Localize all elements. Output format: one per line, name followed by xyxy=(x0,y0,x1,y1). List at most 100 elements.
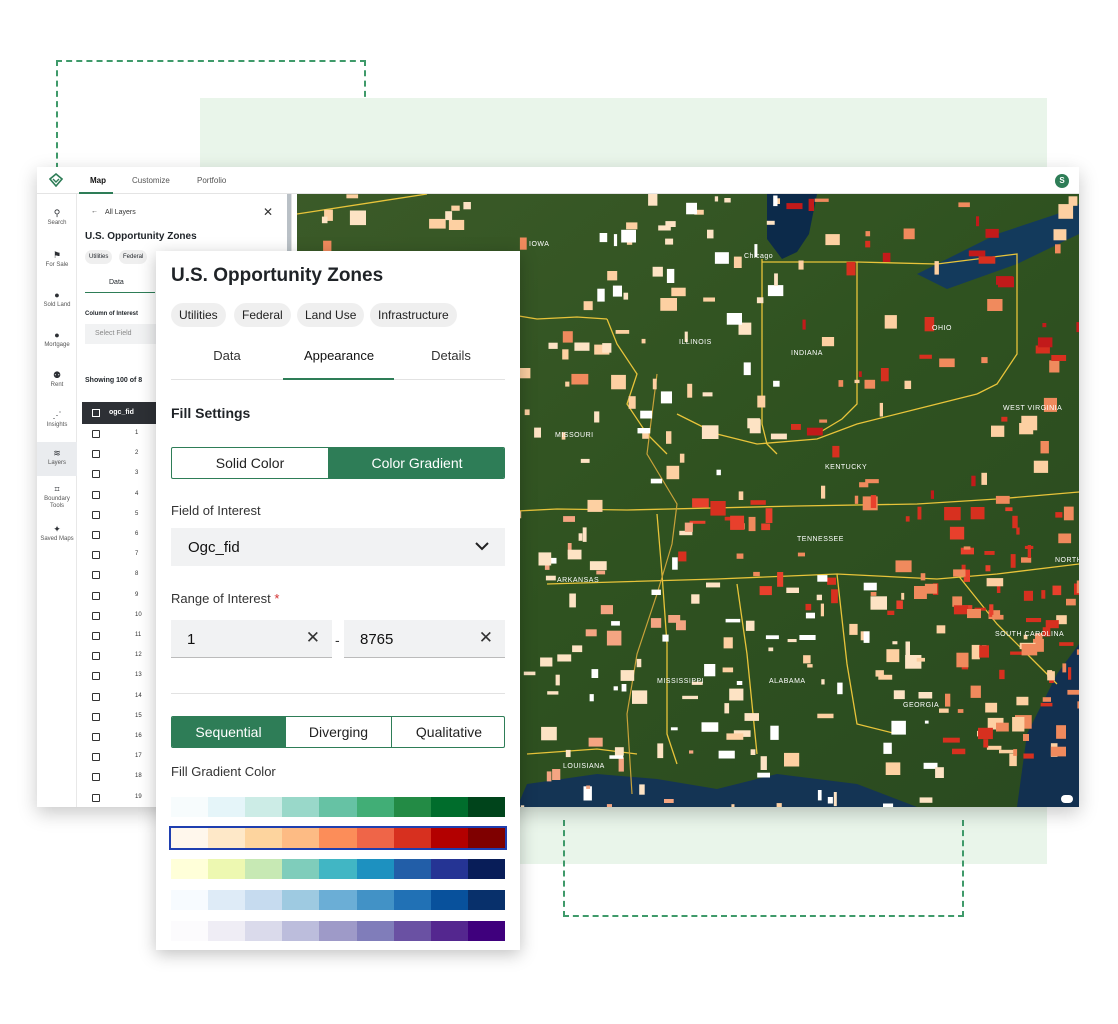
gradient-option[interactable] xyxy=(171,890,505,910)
zone-patch xyxy=(583,301,593,311)
gradient-swatch xyxy=(171,859,209,879)
zone-patch xyxy=(747,418,760,429)
clear-icon[interactable]: ✕ xyxy=(479,628,493,648)
nav-item-search[interactable]: ⚲ Search xyxy=(37,208,77,227)
tab-map[interactable]: Map xyxy=(90,176,106,185)
row-checkbox[interactable] xyxy=(92,611,100,620)
zone-patch xyxy=(750,500,766,505)
map-label: KENTUCKY xyxy=(825,464,867,471)
select-field[interactable]: Select Field xyxy=(85,324,165,344)
zone-patch xyxy=(1016,527,1020,535)
gradient-swatch xyxy=(171,890,209,910)
zone-patch xyxy=(665,238,674,245)
row-checkbox[interactable] xyxy=(92,531,100,539)
zone-patch xyxy=(924,583,938,594)
zone-patch xyxy=(814,198,829,202)
nav-label: Insights xyxy=(46,422,68,428)
zone-patch xyxy=(534,427,541,438)
gradient-swatch xyxy=(208,828,246,848)
tab-data[interactable]: Data xyxy=(109,279,124,286)
zone-patch xyxy=(707,229,714,239)
zone-patch xyxy=(870,596,887,610)
range-label-text: Range of Interest xyxy=(171,591,271,606)
row-checkbox[interactable] xyxy=(92,591,100,600)
diverging-button[interactable]: Diverging xyxy=(285,717,392,747)
zone-patch xyxy=(765,508,773,523)
zone-patch xyxy=(803,655,811,664)
gradient-swatch xyxy=(282,859,320,879)
select-all-checkbox[interactable] xyxy=(92,409,100,417)
zone-patch xyxy=(540,657,553,667)
nav-item-mortgage[interactable]: ● Mortgage xyxy=(37,330,77,349)
zone-patch xyxy=(820,603,824,617)
nav-item-boundary-tools[interactable]: ⌗ Boundary Tools xyxy=(37,484,77,510)
nav-item-layers[interactable]: ≋ Layers xyxy=(37,442,77,476)
map-label: MISSISSIPPI xyxy=(657,678,704,685)
top-bar: Map Customize Portfolio S xyxy=(37,167,1079,194)
zone-patch xyxy=(916,657,925,662)
row-checkbox[interactable] xyxy=(92,793,100,802)
zone-patch xyxy=(996,722,1009,732)
color-gradient-button[interactable]: Color Gradient xyxy=(328,448,504,478)
tab-customize[interactable]: Customize xyxy=(132,176,170,185)
map-attribution-icon[interactable] xyxy=(1061,795,1073,803)
qualitative-button[interactable]: Qualitative xyxy=(392,717,504,747)
nav-item-saved-maps[interactable]: ✦ Saved Maps xyxy=(37,524,77,543)
nav-item-for-sale[interactable]: ⚑ For Sale xyxy=(37,250,77,269)
zone-patch xyxy=(562,349,569,360)
tab-appearance[interactable]: Appearance xyxy=(283,348,395,363)
zone-patch xyxy=(952,748,966,755)
nav-item-sold-land[interactable]: ● Sold Land xyxy=(37,290,77,309)
gradient-option[interactable] xyxy=(171,921,505,941)
zone-patch xyxy=(701,722,719,732)
map-label: ILLINOIS xyxy=(679,339,712,346)
gradient-swatch xyxy=(356,797,394,817)
row-checkbox[interactable] xyxy=(92,773,100,782)
row-checkbox[interactable] xyxy=(92,652,100,661)
col-header[interactable]: ogc_fid xyxy=(109,409,134,416)
gradient-option[interactable] xyxy=(171,859,505,879)
row-checkbox[interactable] xyxy=(92,450,100,459)
row-checkbox[interactable] xyxy=(92,753,100,762)
zone-patch xyxy=(613,686,618,691)
range-min-input[interactable]: 1 ✕ xyxy=(171,620,332,658)
zone-patch xyxy=(636,658,642,668)
nav-item-insights[interactable]: ⋰ Insights xyxy=(37,410,77,429)
row-checkbox[interactable] xyxy=(92,510,100,519)
row-checkbox[interactable] xyxy=(92,692,100,701)
zone-patch xyxy=(547,691,559,695)
tab-details[interactable]: Details xyxy=(395,348,507,363)
avatar[interactable]: S xyxy=(1055,174,1069,188)
zone-patch xyxy=(827,797,833,804)
nav-label: Boundary Tools xyxy=(44,496,70,509)
zone-patch xyxy=(985,228,999,238)
close-icon[interactable]: ✕ xyxy=(263,205,273,219)
zone-patch xyxy=(1068,196,1078,206)
zone-patch xyxy=(670,727,678,731)
gradient-option[interactable] xyxy=(169,826,507,850)
row-checkbox[interactable] xyxy=(92,672,100,681)
field-select[interactable]: Ogc_fid xyxy=(171,528,505,566)
tab-portfolio[interactable]: Portfolio xyxy=(197,176,226,185)
row-checkbox[interactable] xyxy=(92,632,100,640)
back-link[interactable]: All Layers xyxy=(105,209,136,216)
row-checkbox[interactable] xyxy=(92,470,100,479)
back-arrow-icon[interactable]: ← xyxy=(91,208,98,215)
gradient-swatch xyxy=(319,828,357,848)
sequential-button[interactable]: Sequential xyxy=(172,717,285,747)
range-max-input[interactable]: 8765 ✕ xyxy=(344,620,505,658)
solid-color-button[interactable]: Solid Color xyxy=(172,448,328,478)
clear-icon[interactable]: ✕ xyxy=(306,628,320,648)
nav-item-rent[interactable]: ⚉ Rent xyxy=(37,370,77,389)
tab-data[interactable]: Data xyxy=(171,348,283,363)
gradient-option[interactable] xyxy=(171,797,505,817)
zone-patch xyxy=(702,392,713,397)
row-checkbox[interactable] xyxy=(92,733,100,741)
row-checkbox[interactable] xyxy=(92,712,100,721)
zone-patch xyxy=(924,720,929,724)
row-checkbox[interactable] xyxy=(92,551,100,560)
row-checkbox[interactable] xyxy=(92,571,100,580)
row-checkbox[interactable] xyxy=(92,490,100,499)
row-checkbox[interactable] xyxy=(92,430,100,438)
zone-patch xyxy=(591,669,599,678)
